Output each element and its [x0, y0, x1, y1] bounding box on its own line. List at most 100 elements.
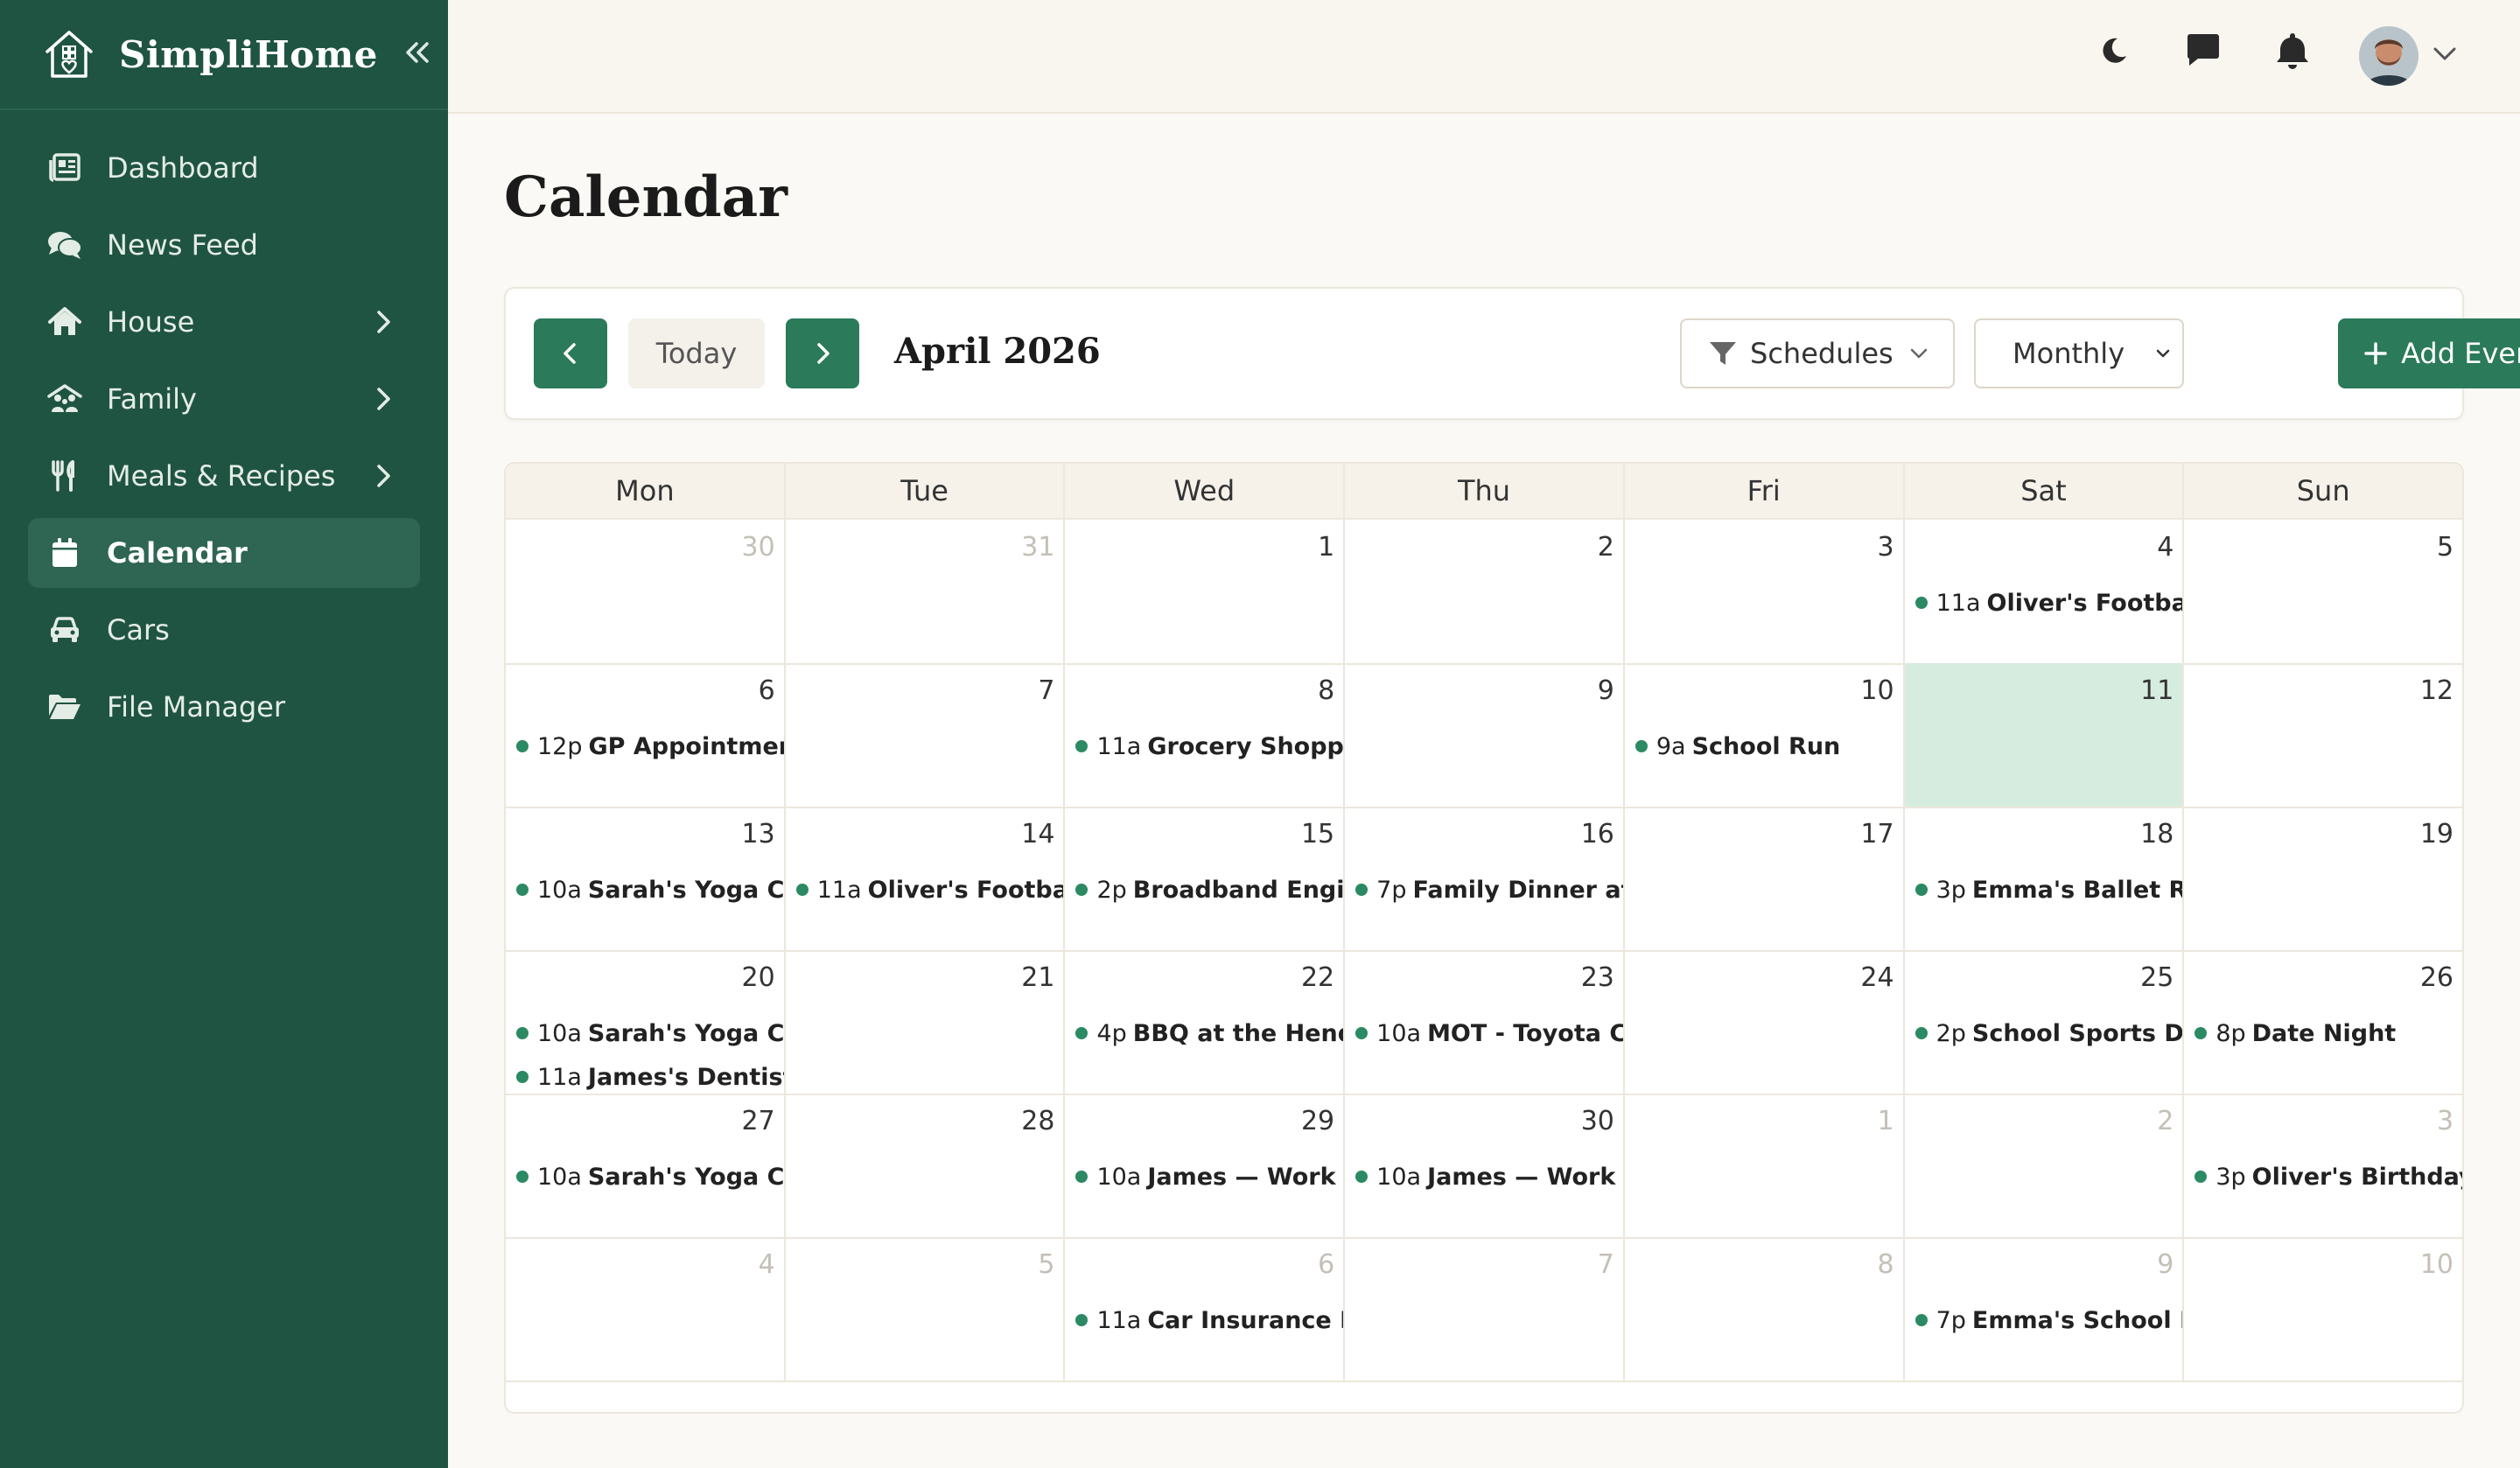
day-cell[interactable]: 2 [1905, 1094, 2185, 1237]
calendar-event[interactable]: 3pOliver's Birthday P [2194, 1155, 2462, 1199]
day-cell[interactable]: 19 [2184, 807, 2462, 950]
day-cell[interactable]: 5 [2184, 520, 2462, 663]
prev-month-button[interactable] [534, 318, 607, 388]
day-cell[interactable]: 8 [1625, 1237, 1905, 1381]
calendar-event[interactable]: 11aJames's Dentist Ap [516, 1055, 784, 1094]
chevron-down-icon[interactable] [2429, 38, 2460, 70]
day-cell[interactable]: 28 [786, 1094, 1066, 1237]
calendar-event[interactable]: 11aCar Insurance Ren [1075, 1298, 1343, 1342]
calendar-event[interactable]: 10aSarah's Yoga Class [516, 1155, 784, 1199]
bell-icon[interactable] [2272, 30, 2314, 72]
event-list: 3pOliver's Birthday P [2194, 1155, 2462, 1199]
day-cell[interactable]: 17 [1625, 807, 1905, 950]
day-cell[interactable]: 30 [506, 520, 786, 663]
day-cell[interactable]: 27 10aSarah's Yoga Class [506, 1094, 786, 1237]
schedules-filter[interactable]: Schedules [1680, 318, 1955, 388]
sidebar-item-cars[interactable]: Cars [28, 595, 420, 665]
day-cell[interactable]: 23 10aMOT - Toyota Cor [1345, 950, 1625, 1094]
event-list: 9a School Run [1634, 724, 1903, 768]
day-number: 1 [1318, 532, 1335, 563]
day-cell[interactable]: 29 10aJames — Work Co [1065, 1094, 1346, 1237]
day-cell[interactable]: 7 [786, 663, 1066, 807]
event-time: 12p [537, 732, 583, 760]
day-cell[interactable]: 30 10aJames — Work Co [1345, 1094, 1625, 1237]
sidebar-item-meals-recipes[interactable]: Meals & Recipes [28, 441, 420, 511]
calendar-event[interactable]: 7pFamily Dinner at G [1355, 868, 1623, 912]
day-number: 4 [2157, 532, 2174, 563]
event-time: 11a [816, 876, 862, 904]
calendar-event[interactable]: 8p Date Night [2194, 1011, 2462, 1055]
next-month-button[interactable] [786, 318, 859, 388]
day-cell[interactable]: 31 [786, 520, 1066, 663]
day-cell[interactable]: 6 12pGP Appointment - [506, 663, 786, 807]
calendar-event[interactable]: 2pBroadband Engine [1075, 868, 1343, 912]
calendar-event[interactable]: 10aJames — Work Co [1075, 1155, 1343, 1199]
event-dot [1355, 1027, 1368, 1039]
day-number: 18 [2140, 819, 2174, 849]
day-number: 14 [1021, 819, 1055, 849]
day-cell[interactable]: 22 4pBBQ at the Hender [1065, 950, 1346, 1094]
add-event-button[interactable]: Add Event [2338, 318, 2520, 388]
calendar-event[interactable]: 11aGrocery Shopping [1075, 724, 1343, 768]
day-cell[interactable]: 1 [1625, 1094, 1905, 1237]
calendar-event[interactable]: 9a School Run [1634, 724, 1903, 768]
calendar-event[interactable]: 2pSchool Sports Day [1914, 1011, 2182, 1055]
calendar-event[interactable]: 12pGP Appointment - [516, 724, 784, 768]
collapse-sidebar-icon[interactable] [397, 35, 436, 73]
day-cell[interactable]: 26 8p Date Night [2184, 950, 2462, 1094]
page-title: Calendar [504, 164, 788, 230]
view-select[interactable]: Monthly [1974, 318, 2184, 388]
day-cell[interactable]: 25 2pSchool Sports Day [1905, 950, 2185, 1094]
calendar-event[interactable]: 3pEmma's Ballet Rec [1914, 868, 2182, 912]
day-cell[interactable]: 10 9a School Run [1625, 663, 1905, 807]
calendar-event[interactable]: 10aMOT - Toyota Cor [1355, 1011, 1623, 1055]
day-cell[interactable]: 7 [1345, 1237, 1625, 1381]
sidebar: SimpliHome Dashboard News Feed House Fam… [0, 0, 448, 1468]
day-cell-today[interactable]: 11 [1904, 663, 2185, 807]
day-cell[interactable]: 2010aSarah's Yoga Class11aJames's Dentis… [506, 950, 786, 1094]
event-dot [516, 1027, 528, 1039]
day-cell[interactable]: 4 [506, 1237, 786, 1381]
event-time: 7p [1376, 876, 1407, 904]
chat-icon[interactable] [2182, 30, 2224, 72]
calendar-event[interactable]: 11aOliver's Football M [1914, 581, 2182, 625]
sidebar-item-dashboard[interactable]: Dashboard [28, 133, 420, 203]
day-cell[interactable]: 6 11aCar Insurance Ren [1065, 1237, 1346, 1381]
day-cell[interactable]: 9 7pEmma's School Pla [1905, 1237, 2185, 1381]
day-cell[interactable]: 4 11aOliver's Football M [1905, 520, 2185, 663]
today-button[interactable]: Today [628, 318, 765, 388]
avatar[interactable] [2359, 26, 2418, 86]
sidebar-item-label: Family [107, 382, 197, 416]
calendar-event[interactable]: 10aJames — Work Co [1355, 1155, 1623, 1199]
day-cell[interactable]: 24 [1625, 950, 1905, 1094]
day-cell[interactable]: 13 10aSarah's Yoga Class [506, 807, 786, 950]
sidebar-item-house[interactable]: House [28, 287, 420, 357]
day-cell[interactable]: 18 3pEmma's Ballet Rec [1905, 807, 2185, 950]
calendar-event[interactable]: 11aOliver's Football M [795, 868, 1063, 912]
day-cell[interactable]: 21 [786, 950, 1066, 1094]
event-list: 2pBroadband Engine [1075, 868, 1343, 912]
sidebar-item-family[interactable]: Family [28, 364, 420, 434]
sidebar-item-file-manager[interactable]: File Manager [28, 672, 420, 742]
day-cell[interactable]: 9 [1345, 663, 1625, 807]
day-cell[interactable]: 3 [1625, 520, 1905, 663]
calendar-event[interactable]: 10aSarah's Yoga Class [516, 868, 784, 912]
day-cell[interactable]: 12 [2184, 663, 2462, 807]
sidebar-item-calendar[interactable]: Calendar [28, 518, 420, 588]
day-cell[interactable]: 2 [1345, 520, 1625, 663]
day-cell[interactable]: 16 7pFamily Dinner at G [1345, 807, 1625, 950]
calendar-event[interactable]: 4pBBQ at the Hender [1075, 1011, 1343, 1055]
day-cell[interactable]: 5 [786, 1237, 1066, 1381]
moon-icon[interactable] [2093, 30, 2135, 72]
day-cell[interactable]: 10 [2184, 1237, 2462, 1381]
day-cell[interactable]: 3 3pOliver's Birthday P [2184, 1094, 2462, 1237]
calendar-event[interactable]: 7pEmma's School Pla [1914, 1298, 2182, 1342]
day-number: 19 [2419, 819, 2454, 849]
day-cell[interactable]: 14 11aOliver's Football M [786, 807, 1066, 950]
sidebar-item-news-feed[interactable]: News Feed [28, 210, 420, 280]
day-cell[interactable]: 1 [1065, 520, 1346, 663]
day-cell[interactable]: 15 2pBroadband Engine [1065, 807, 1346, 950]
day-cell[interactable]: 8 11aGrocery Shopping [1065, 663, 1346, 807]
calendar-event[interactable]: 10aSarah's Yoga Class [516, 1011, 784, 1055]
dashboard-icon [47, 150, 82, 185]
